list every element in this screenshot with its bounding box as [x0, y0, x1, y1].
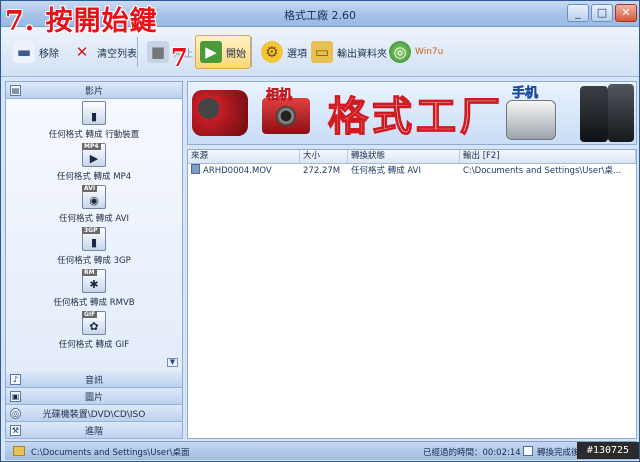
category-picture-header[interactable]: ▣ 圖片	[6, 388, 182, 405]
category-panel: ▤ 影片 ▮ 任何格式 轉成 行動裝置 MP4 ▶ 任何格式 轉成 MP4 AVI…	[5, 81, 183, 439]
video-file-icon	[191, 164, 200, 174]
format-item-rmvb[interactable]: RM ✱ 任何格式 轉成 RMVB	[6, 267, 182, 309]
format-item-3gp[interactable]: 3GP ▮ 任何格式 轉成 3GP	[6, 225, 182, 267]
3gp-icon: 3GP ▮	[82, 226, 106, 251]
stop-button[interactable]: ■ 停止	[143, 35, 197, 69]
mp4-icon: MP4 ▶	[82, 142, 106, 167]
maximize-button[interactable]: □	[591, 4, 613, 22]
output-folder-button[interactable]: ▭ 輸出資料夾	[307, 35, 391, 69]
table-row[interactable]: ARHD0004.MOV 272.27M 任何格式 轉成 AVI C:\Docu…	[188, 164, 636, 178]
gif-icon: GIF ✿	[82, 310, 106, 335]
options-button[interactable]: ⚙ 選項	[257, 35, 311, 69]
column-size[interactable]: 大小	[300, 150, 348, 163]
elapsed-time: 已經過的時間：00:02:14	[423, 448, 521, 458]
avi-icon: AVI ◉	[82, 184, 106, 209]
camera-image	[262, 98, 310, 134]
phone-tag: 手机	[512, 86, 539, 102]
cell-source: ARHD0004.MOV	[188, 164, 300, 178]
category-advanced-header[interactable]: ⚒ 進階	[6, 422, 182, 439]
toolbar-separator	[137, 37, 138, 67]
minimize-button[interactable]: _	[567, 4, 589, 22]
rmvb-icon: RM ✱	[82, 268, 106, 293]
remove-label: 移除	[39, 48, 59, 60]
scroll-down-button[interactable]: ▼	[167, 358, 178, 367]
format-item-avi[interactable]: AVI ◉ 任何格式 轉成 AVI	[6, 183, 182, 225]
mobile-device-icon: ▮	[82, 100, 106, 125]
remove-icon: ▬	[13, 41, 35, 63]
clear-list-icon: ✕	[75, 43, 89, 61]
task-list: 來源 大小 轉換狀態 輸出 [F2] ARHD0004.MOV 272.27M …	[187, 149, 637, 439]
task-list-header: 來源 大小 轉換狀態 輸出 [F2]	[188, 150, 636, 164]
step-annotation: 7. 按開始鍵	[5, 6, 158, 37]
lens-icon	[276, 106, 296, 126]
options-icon: ⚙	[261, 41, 283, 63]
camera-tag: 相机	[266, 88, 293, 104]
status-bar: C:\Documents and Settings\User\桌面 已經過的時間…	[5, 441, 637, 460]
category-video-header[interactable]: ▤ 影片	[6, 82, 182, 99]
start-icon: ▶	[200, 41, 222, 63]
phone-image	[608, 84, 634, 142]
step-marker: 7	[171, 43, 188, 72]
win7-label: Win7u	[415, 47, 444, 57]
column-output[interactable]: 輸出 [F2]	[460, 150, 636, 163]
category-audio-header[interactable]: ♪ 音訊	[6, 371, 182, 388]
remove-button[interactable]: ▬ 移除	[9, 35, 63, 69]
cell-status: 任何格式 轉成 AVI	[351, 166, 421, 176]
column-status[interactable]: 轉換狀態	[348, 150, 460, 163]
win7-icon: ◎	[389, 41, 411, 63]
clear-list-button[interactable]: ✕ 清空列表	[67, 35, 141, 69]
phone-image	[506, 100, 556, 140]
clear-list-label: 清空列表	[97, 48, 137, 60]
promo-banner: 相机 格式工厂 手机	[187, 81, 637, 145]
column-source[interactable]: 來源	[188, 150, 300, 163]
format-item-gif[interactable]: GIF ✿ 任何格式 轉成 GIF	[6, 309, 182, 351]
cell-output: C:\Documents and Settings\User\桌...	[463, 166, 622, 176]
banner-headline: 格式工厂	[327, 93, 504, 140]
options-label: 選項	[287, 48, 307, 60]
video-format-list: ▮ 任何格式 轉成 行動裝置 MP4 ▶ 任何格式 轉成 MP4 AVI ◉ 任何格…	[6, 99, 182, 371]
output-folder-icon: ▭	[311, 41, 333, 63]
format-item-mobile[interactable]: ▮ 任何格式 轉成 行動裝置	[6, 99, 182, 141]
phone-image	[580, 86, 608, 142]
start-button[interactable]: ▶ 開始	[195, 35, 251, 69]
start-label: 開始	[226, 48, 246, 60]
output-folder-label: 輸出資料夾	[337, 48, 387, 60]
win7-button[interactable]: ◎ Win7u	[385, 35, 447, 69]
app-window: 格式工廠 2.60 _ □ ✕ 7. 按開始鍵 ▬ 移除 ✕ 清空列表 ■ 停止…	[0, 0, 640, 462]
cell-size: 272.27M	[303, 166, 341, 176]
camcorder-image	[192, 90, 248, 136]
close-button[interactable]: ✕	[615, 4, 637, 22]
category-disc-header[interactable]: ◎ 光碟機裝置\DVD\CD\ISO	[6, 405, 182, 422]
folder-icon[interactable]	[13, 446, 25, 456]
stop-icon: ■	[147, 41, 169, 63]
watermark: #130725	[577, 442, 639, 459]
after-done-checkbox[interactable]	[523, 446, 533, 456]
output-path: C:\Documents and Settings\User\桌面	[31, 448, 190, 458]
toolbar-separator	[251, 37, 252, 67]
format-item-mp4[interactable]: MP4 ▶ 任何格式 轉成 MP4	[6, 141, 182, 183]
